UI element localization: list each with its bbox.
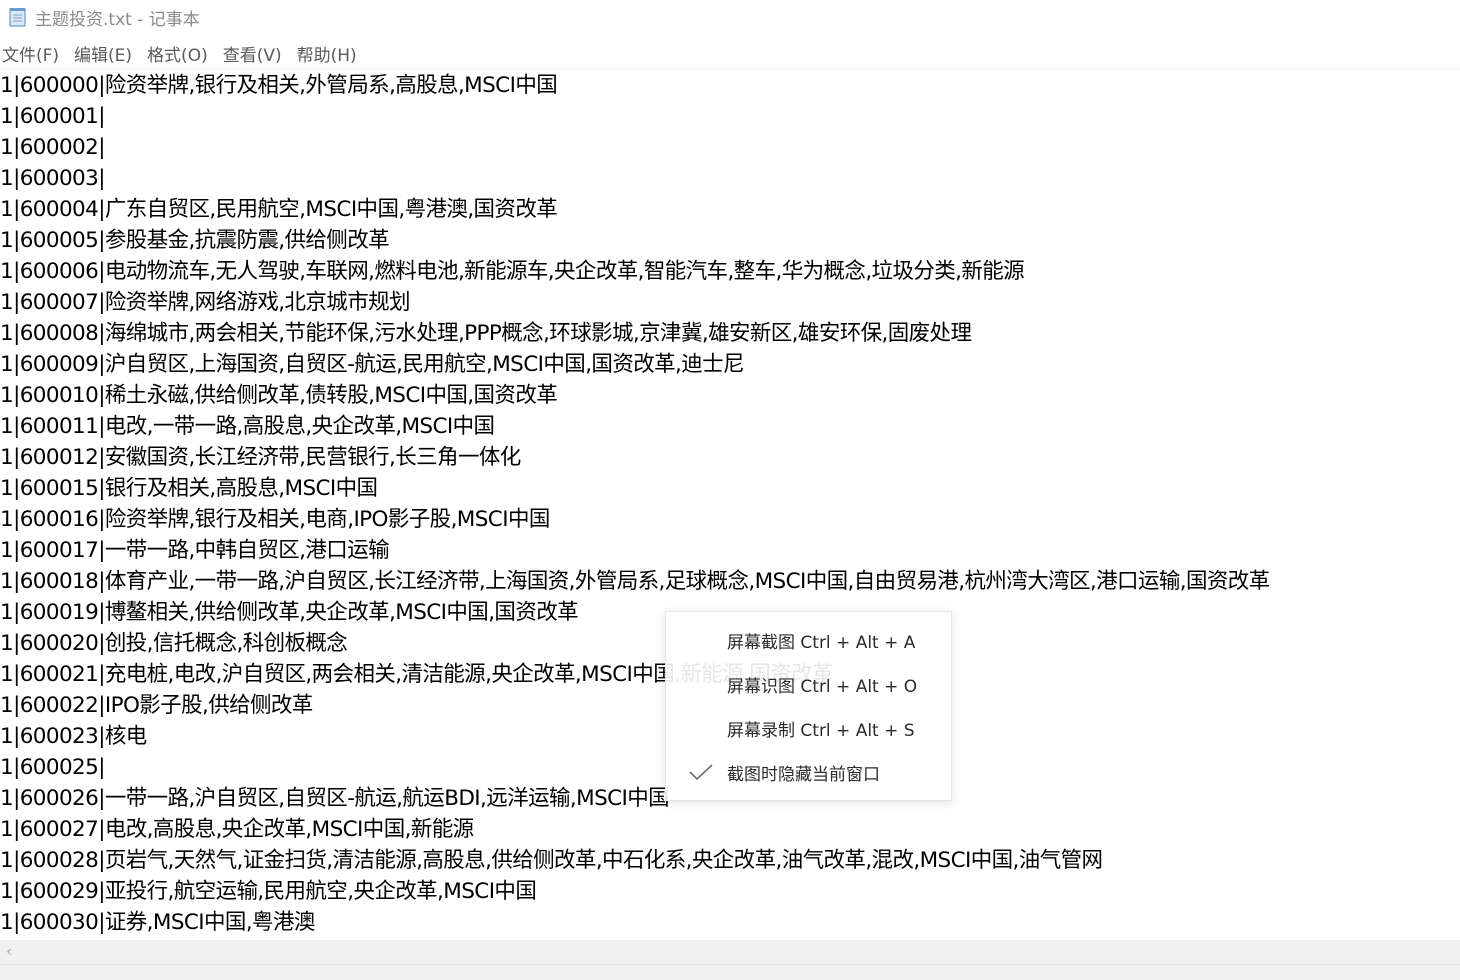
text-line: 1|600027|电改,高股息,央企改革,MSCI中国,新能源 — [0, 817, 474, 842]
title-bar: 主题投资.txt - 记事本 — [0, 0, 1460, 34]
text-line: 1|600007|险资举牌,网络游戏,北京城市规划 — [0, 290, 411, 315]
text-line: 1|600009|沪自贸区,上海国资,自贸区-航运,民用航空,MSCI中国,国资… — [0, 352, 745, 377]
text-line: 1|600004|广东自贸区,民用航空,MSCI中国,粤港澳,国资改革 — [0, 197, 558, 222]
text-line: 1|600015|银行及相关,高股息,MSCI中国 — [0, 476, 378, 501]
check-icon — [688, 762, 714, 782]
text-line: 1|600030|证券,MSCI中国,粤港澳 — [0, 910, 315, 935]
text-line: 1|600006|电动物流车,无人驾驶,车联网,燃料电池,新能源车,央企改革,智… — [0, 259, 1025, 284]
menu-item-label: 屏幕识图 Ctrl + Alt + O — [727, 676, 918, 697]
text-line: 1|600018|体育产业,一带一路,沪自贸区,长江经济带,上海国资,外管局系,… — [0, 569, 1270, 594]
menu-format[interactable]: 格式(O) — [145, 41, 215, 66]
text-line: 1|600010|稀土永磁,供给侧改革,债转股,MSCI中国,国资改革 — [0, 383, 558, 408]
menu-bar: 文件(F) 编辑(E) 格式(O) 查看(V) 帮助(H) — [0, 38, 1460, 69]
window-title: 主题投资.txt - 记事本 — [35, 9, 200, 30]
menu-item-hide-window[interactable]: 截图时隐藏当前窗口 — [666, 750, 951, 794]
menu-item-screenshot[interactable]: 屏幕截图 Ctrl + Alt + A — [666, 618, 951, 662]
menu-help[interactable]: 帮助(H) — [295, 41, 364, 66]
text-editor[interactable]: 1|600000|险资举牌,银行及相关,外管局系,高股息,MSCI中国 1|600… — [0, 70, 1460, 938]
text-line: 1|600000|险资举牌,银行及相关,外管局系,高股息,MSCI中国 — [0, 73, 558, 98]
text-line: 1|600028|页岩气,天然气,证金扫货,清洁能源,高股息,供给侧改革,中石化… — [0, 848, 1103, 873]
menu-file[interactable]: 文件(F) — [0, 41, 66, 66]
text-line: 1|600017|一带一路,中韩自贸区,港口运输 — [0, 538, 390, 563]
text-line: 1|600016|险资举牌,银行及相关,电商,IPO影子股,MSCI中国 — [0, 507, 550, 532]
text-line: 1|600029|亚投行,航空运输,民用航空,央企改革,MSCI中国 — [0, 879, 537, 904]
notepad-window: 主题投资.txt - 记事本 文件(F) 编辑(E) 格式(O) 查看(V) 帮… — [0, 0, 1460, 980]
text-line: 1|600001| — [0, 104, 105, 129]
chevron-left-icon[interactable]: ‹ — [2, 942, 16, 962]
menu-view[interactable]: 查看(V) — [221, 41, 289, 66]
screenshot-context-menu: 屏幕截图 Ctrl + Alt + A 屏幕识图 Ctrl + Alt + O … — [665, 611, 952, 801]
text-line: 1|600011|电改,一带一路,高股息,央企改革,MSCI中国 — [0, 414, 495, 439]
notepad-icon — [9, 7, 27, 27]
text-line: 1|600008|海绵城市,两会相关,节能环保,污水处理,PPP概念,环球影城,… — [0, 321, 972, 346]
menu-item-label: 屏幕截图 Ctrl + Alt + A — [727, 632, 916, 653]
text-line: 1|600002| — [0, 135, 105, 160]
menu-item-screen-record[interactable]: 屏幕录制 Ctrl + Alt + S — [666, 706, 951, 750]
menu-item-label: 屏幕录制 Ctrl + Alt + S — [727, 720, 915, 741]
menu-item-label: 截图时隐藏当前窗口 — [727, 764, 880, 785]
horizontal-scrollbar[interactable]: ‹ — [0, 940, 1460, 964]
status-bar — [0, 964, 1460, 980]
menu-item-screen-ocr[interactable]: 屏幕识图 Ctrl + Alt + O — [666, 662, 951, 706]
menu-edit[interactable]: 编辑(E) — [72, 41, 139, 66]
text-line: 1|600003| — [0, 166, 105, 191]
text-line: 1|600005|参股基金,抗震防震,供给侧改革 — [0, 228, 390, 253]
text-line: 1|600012|安徽国资,长江经济带,民营银行,长三角一体化 — [0, 445, 521, 470]
